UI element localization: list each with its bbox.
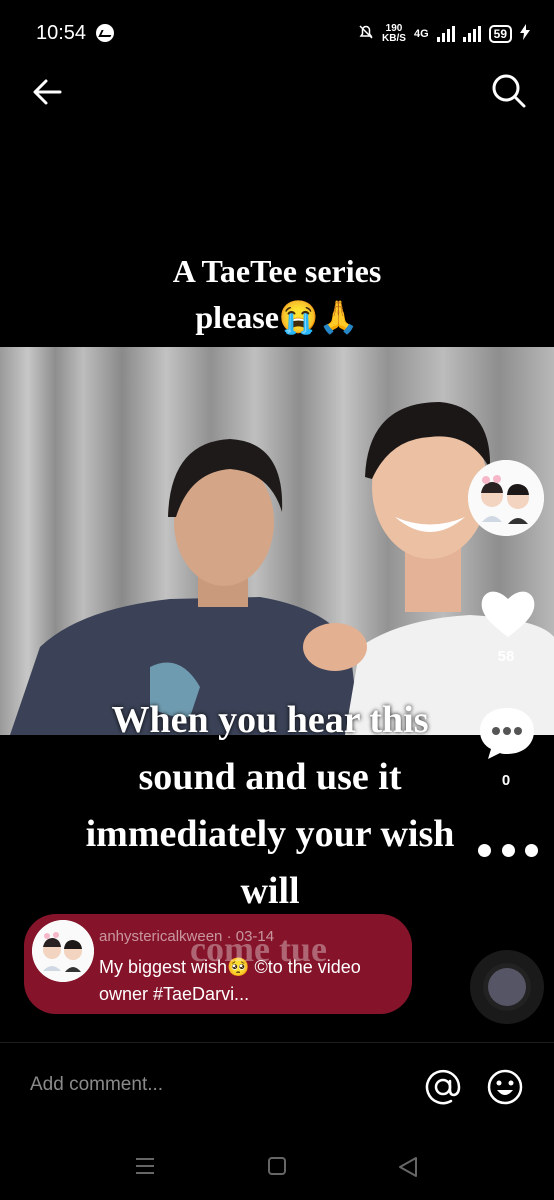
caption-top-line1: A TaeTee series [172,253,382,289]
comment-count: 0 [501,772,511,789]
network-type: 4G [413,28,429,40]
charging-icon [520,23,530,45]
more-dots-icon [478,843,491,857]
comment-button[interactable] [476,704,538,762]
search-button[interactable] [490,72,528,110]
video-caption-tail: come tue [190,929,327,969]
system-nav-bar [0,1142,554,1192]
at-sign-icon [425,1069,461,1105]
network-speed: 190 KB/S [382,24,406,44]
back-button[interactable] [30,74,66,110]
video-player[interactable]: A TaeTee series please😭🙏 When you hear t… [0,240,554,920]
more-options-button[interactable] [478,838,538,862]
emoji-button[interactable] [486,1068,524,1106]
messenger-icon [96,24,114,42]
sound-cover-icon [488,968,526,1006]
status-time: 10:54 [36,22,87,44]
status-bar: 10:54 190 KB/S 4G 59 [0,0,554,68]
creator-avatar[interactable] [468,460,544,536]
status-icons: 190 KB/S 4G 59 [358,22,530,46]
sound-disc[interactable] [470,950,544,1024]
home-square-icon[interactable] [267,1156,287,1176]
caption-bottom-text: When you hear this sound and use it imme… [85,699,455,912]
top-nav [0,68,554,118]
video-frame [0,347,554,735]
arrow-left-icon [33,79,62,105]
search-icon [492,74,526,108]
signal-icon [436,26,455,42]
like-button[interactable] [478,585,538,641]
mention-button[interactable] [424,1068,462,1106]
add-comment-input[interactable]: Add comment... [30,1074,163,1096]
like-count: 58 [497,648,515,665]
menu-icon[interactable] [134,1156,156,1176]
video-caption-bottom: When you hear this sound and use it imme… [60,692,480,920]
heart-icon [481,591,535,637]
network-speed-unit: KB/S [382,33,406,44]
battery-icon: 59 [488,25,512,43]
mute-bell-icon [358,24,374,45]
emoji-icon [487,1069,523,1105]
back-triangle-icon[interactable] [396,1156,420,1178]
video-caption-top: A TaeTee series please😭🙏 [0,248,554,340]
divider [0,1042,554,1043]
comment-bubble-icon [480,708,534,759]
commenter-avatar[interactable] [32,920,94,982]
caption-top-line2: please😭🙏 [195,299,359,335]
signal-icon-2 [462,26,481,42]
